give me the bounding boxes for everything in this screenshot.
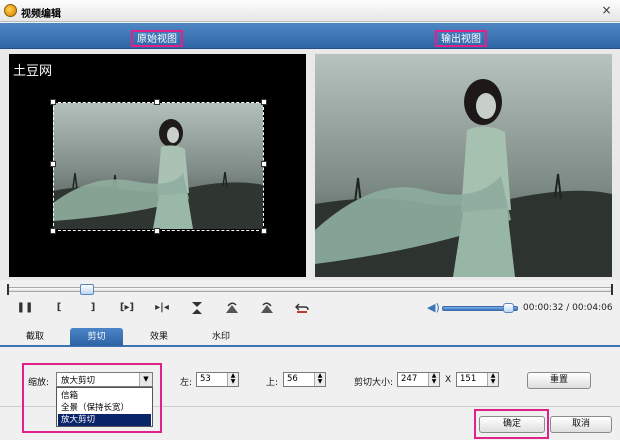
top-value: 56 [287,374,298,384]
crop-width-value: 247 [401,374,418,384]
crop-width-spinbox[interactable]: 247 ▲ ▼ [397,372,440,387]
spin-arrows-icon[interactable]: ▲ ▼ [487,373,498,386]
cancel-button[interactable]: 取消 [550,416,612,433]
app-icon [4,4,17,17]
pause-button[interactable]: ❚❚ [16,300,34,316]
next-frame-button[interactable]: [▸] [118,300,136,316]
zoom-highlight-box [22,363,162,433]
tab-crop[interactable]: 剪切 [70,328,123,346]
output-video-frame [315,54,612,277]
original-view-label: 原始视图 [131,30,183,47]
volume-thumb[interactable] [503,303,515,313]
left-label: 左: [180,378,193,388]
reset-button[interactable]: 重置 [527,372,591,389]
crop-rectangle[interactable] [50,99,267,234]
spin-arrows-icon[interactable]: ▲ ▼ [428,373,439,386]
timeline-end-marker [611,284,613,295]
flip-vertical-icon[interactable] [189,300,205,316]
crop-handle-top-right[interactable] [261,99,267,105]
left-spinbox[interactable]: 53 ▲ ▼ [196,372,239,387]
undo-rotate-icon[interactable] [294,300,310,316]
mark-in-button[interactable]: [ [50,300,68,316]
spin-arrows-icon[interactable]: ▲ ▼ [227,373,238,386]
crop-handle-bottom-right[interactable] [261,228,267,234]
crop-height-value: 151 [460,374,477,384]
top-label: 上: [266,378,279,388]
tab-capture[interactable]: 截取 [22,328,48,346]
view-header-bar [0,23,620,49]
left-value: 53 [200,374,211,384]
tab-effect[interactable]: 效果 [146,328,172,346]
title-bar [0,0,620,22]
close-button[interactable]: × [599,3,614,18]
timeline-thumb[interactable] [79,284,94,295]
output-view-label: 输出视图 [435,30,487,47]
timeline-start-marker [7,284,9,295]
prev-frame-button[interactable]: ▸|◂ [153,300,171,316]
crop-height-spinbox[interactable]: 151 ▲ ▼ [456,372,499,387]
crop-handle-top[interactable] [154,99,160,105]
window-title: 视频编辑 [21,9,61,20]
ok-highlight-box [474,409,549,439]
crop-handle-bottom-left[interactable] [50,228,56,234]
spin-arrows-icon[interactable]: ▲ ▼ [314,373,325,386]
crop-size-label: 剪切大小: [354,378,394,388]
mark-out-button[interactable]: ] [84,300,102,316]
original-view: 土豆网 [9,54,306,277]
volume-icon[interactable]: ◀) [427,301,441,315]
timeline-slider[interactable] [8,287,612,292]
rotate-left-icon[interactable] [224,300,240,316]
crop-handle-bottom[interactable] [154,228,160,234]
watermark-text: 土豆网 [13,64,53,79]
tab-watermark[interactable]: 水印 [208,328,234,346]
rotate-right-icon[interactable] [259,300,275,316]
top-spinbox[interactable]: 56 ▲ ▼ [283,372,326,387]
crop-handle-top-left[interactable] [50,99,56,105]
crop-handle-right[interactable] [261,161,267,167]
size-separator: X [445,375,452,385]
crop-handle-left[interactable] [50,161,56,167]
time-display: 00:00:32 / 00:04:06 [523,303,613,313]
